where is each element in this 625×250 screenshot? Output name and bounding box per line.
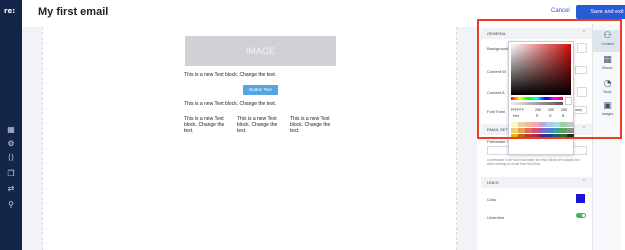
settings-panel: GENERAL ⌃ Background Content W Content A… bbox=[481, 24, 622, 250]
share-arrows-icon[interactable]: ⇄ bbox=[6, 184, 16, 194]
hex-value[interactable]: FFFFFF bbox=[511, 108, 524, 112]
r-label: R bbox=[536, 114, 539, 118]
color-swatch[interactable] bbox=[525, 122, 532, 127]
tab-label: Blocks bbox=[602, 66, 613, 70]
text-block[interactable]: This is a new Text block. Change the tex… bbox=[184, 101, 344, 107]
content-alignment-button[interactable] bbox=[577, 87, 587, 97]
underline-label: Underline bbox=[487, 215, 505, 220]
chevron-up-icon: ⌃ bbox=[581, 179, 586, 185]
color-swatch[interactable] bbox=[546, 128, 553, 133]
link-color-label: Color bbox=[487, 197, 497, 202]
app-logo[interactable]: re: bbox=[4, 7, 15, 15]
color-swatch[interactable] bbox=[511, 122, 518, 127]
copy-pages-icon[interactable]: ❐ bbox=[6, 169, 16, 179]
color-swatch[interactable] bbox=[553, 128, 560, 133]
tab-label: Content bbox=[601, 42, 614, 46]
settings-icon[interactable]: ⚙ bbox=[6, 139, 16, 149]
chevron-up-icon: ⌃ bbox=[581, 126, 586, 132]
tab-blocks[interactable]: ▦ Blocks bbox=[593, 54, 622, 76]
color-swatch[interactable] bbox=[532, 122, 539, 127]
hex-label: Hex bbox=[513, 114, 520, 118]
panel-content: GENERAL ⌃ Background Content W Content A… bbox=[481, 24, 592, 250]
saturation-area[interactable] bbox=[511, 44, 571, 95]
color-swatch[interactable] bbox=[539, 122, 546, 127]
tab-label: Body bbox=[603, 90, 612, 94]
color-picker-popover: FFFFFF 255 255 255 Hex R G B bbox=[508, 41, 574, 155]
color-swatch[interactable] bbox=[525, 128, 532, 133]
color-swatch[interactable] bbox=[567, 122, 574, 127]
content-icon: ⚇ bbox=[603, 31, 612, 41]
alpha-slider[interactable] bbox=[511, 102, 563, 105]
page-title: My first email bbox=[38, 6, 109, 18]
content-width-label: Content W bbox=[487, 69, 506, 74]
color-swatch[interactable] bbox=[567, 128, 574, 133]
g-label: G bbox=[549, 114, 552, 118]
cancel-button[interactable]: Cancel bbox=[551, 8, 570, 14]
color-swatch[interactable] bbox=[560, 134, 567, 139]
color-swatch[interactable] bbox=[567, 134, 574, 139]
color-swatch[interactable] bbox=[518, 128, 525, 133]
code-brackets-icon[interactable]: ⟨⟩ bbox=[6, 153, 16, 163]
column-text-block[interactable]: This is a new Text block. Change the tex… bbox=[237, 116, 287, 134]
underline-toggle[interactable] bbox=[576, 213, 586, 218]
color-swatch[interactable] bbox=[553, 134, 560, 139]
email-body[interactable]: IMAGE This is a new Text block. Change t… bbox=[42, 27, 457, 250]
general-title: GENERAL bbox=[487, 31, 507, 36]
background-color-swatch[interactable] bbox=[577, 43, 587, 53]
body-icon: ◔ bbox=[603, 79, 612, 89]
color-swatch[interactable] bbox=[511, 128, 518, 133]
links-section-header[interactable]: LINKS ⌃ bbox=[481, 177, 592, 188]
email-settings-title: EMAIL SET bbox=[487, 127, 508, 132]
tab-body[interactable]: ◔ Body bbox=[593, 78, 622, 100]
chevron-up-icon: ⌃ bbox=[581, 30, 586, 36]
button-block[interactable]: Button Text bbox=[243, 85, 278, 95]
column-text-block[interactable]: This is a new Text block. Change the tex… bbox=[290, 116, 340, 134]
color-swatch[interactable] bbox=[518, 122, 525, 127]
font-family-label: Font Fami bbox=[487, 109, 506, 114]
blocks-icon: ▦ bbox=[603, 55, 612, 65]
tab-label: Images bbox=[601, 112, 614, 116]
layout-grid-icon[interactable]: ▦ bbox=[6, 125, 16, 135]
text-block[interactable]: This is a new Text block. Change the tex… bbox=[184, 72, 344, 78]
b-value[interactable]: 255 bbox=[561, 108, 567, 112]
current-color-preview bbox=[565, 97, 572, 105]
color-swatch[interactable] bbox=[546, 134, 553, 139]
tab-images[interactable]: ▣ Images bbox=[593, 100, 622, 122]
save-and-exit-button[interactable]: Save and exit bbox=[576, 5, 625, 19]
pin-icon[interactable]: ⚲ bbox=[6, 200, 16, 210]
tab-content[interactable]: ⚇ Content bbox=[593, 30, 622, 52]
preheader-help-text: A preheader is the short summary text th… bbox=[487, 158, 580, 166]
editor-canvas: IMAGE This is a new Text block. Change t… bbox=[22, 27, 477, 250]
panel-tab-rail: ⚇ Content ▦ Blocks ◔ Body ▣ Images bbox=[592, 24, 622, 250]
color-swatch[interactable] bbox=[511, 134, 518, 139]
toggle-knob bbox=[582, 214, 585, 217]
side-navigation: re: ▦ ⚙ ⟨⟩ ❐ ⇄ ⚲ bbox=[0, 0, 22, 250]
hue-slider[interactable] bbox=[511, 97, 563, 100]
color-swatch[interactable] bbox=[532, 128, 539, 133]
font-family-select[interactable]: ans) bbox=[573, 106, 587, 114]
color-swatch[interactable] bbox=[546, 122, 553, 127]
color-swatch[interactable] bbox=[539, 128, 546, 133]
color-swatch[interactable] bbox=[532, 134, 539, 139]
column-text-block[interactable]: This is a new Text block. Change the tex… bbox=[184, 116, 234, 134]
background-color-label: Background bbox=[487, 46, 509, 51]
color-swatch[interactable] bbox=[539, 134, 546, 139]
image-block[interactable]: IMAGE bbox=[185, 36, 336, 66]
r-value[interactable]: 255 bbox=[535, 108, 541, 112]
color-swatch[interactable] bbox=[560, 122, 567, 127]
top-bar: My first email Cancel Save and exit bbox=[22, 0, 625, 27]
content-alignment-label: Content A bbox=[487, 90, 505, 95]
images-icon: ▣ bbox=[603, 101, 612, 111]
color-swatch[interactable] bbox=[525, 134, 532, 139]
links-title: LINKS bbox=[487, 180, 499, 185]
general-section-header[interactable]: GENERAL ⌃ bbox=[481, 28, 592, 39]
color-swatch[interactable] bbox=[560, 128, 567, 133]
color-swatch[interactable] bbox=[518, 134, 525, 139]
b-label: B bbox=[562, 114, 565, 118]
content-width-field[interactable] bbox=[575, 66, 587, 74]
link-color-swatch[interactable] bbox=[576, 194, 585, 203]
color-swatch[interactable] bbox=[553, 122, 560, 127]
g-value[interactable]: 255 bbox=[548, 108, 554, 112]
